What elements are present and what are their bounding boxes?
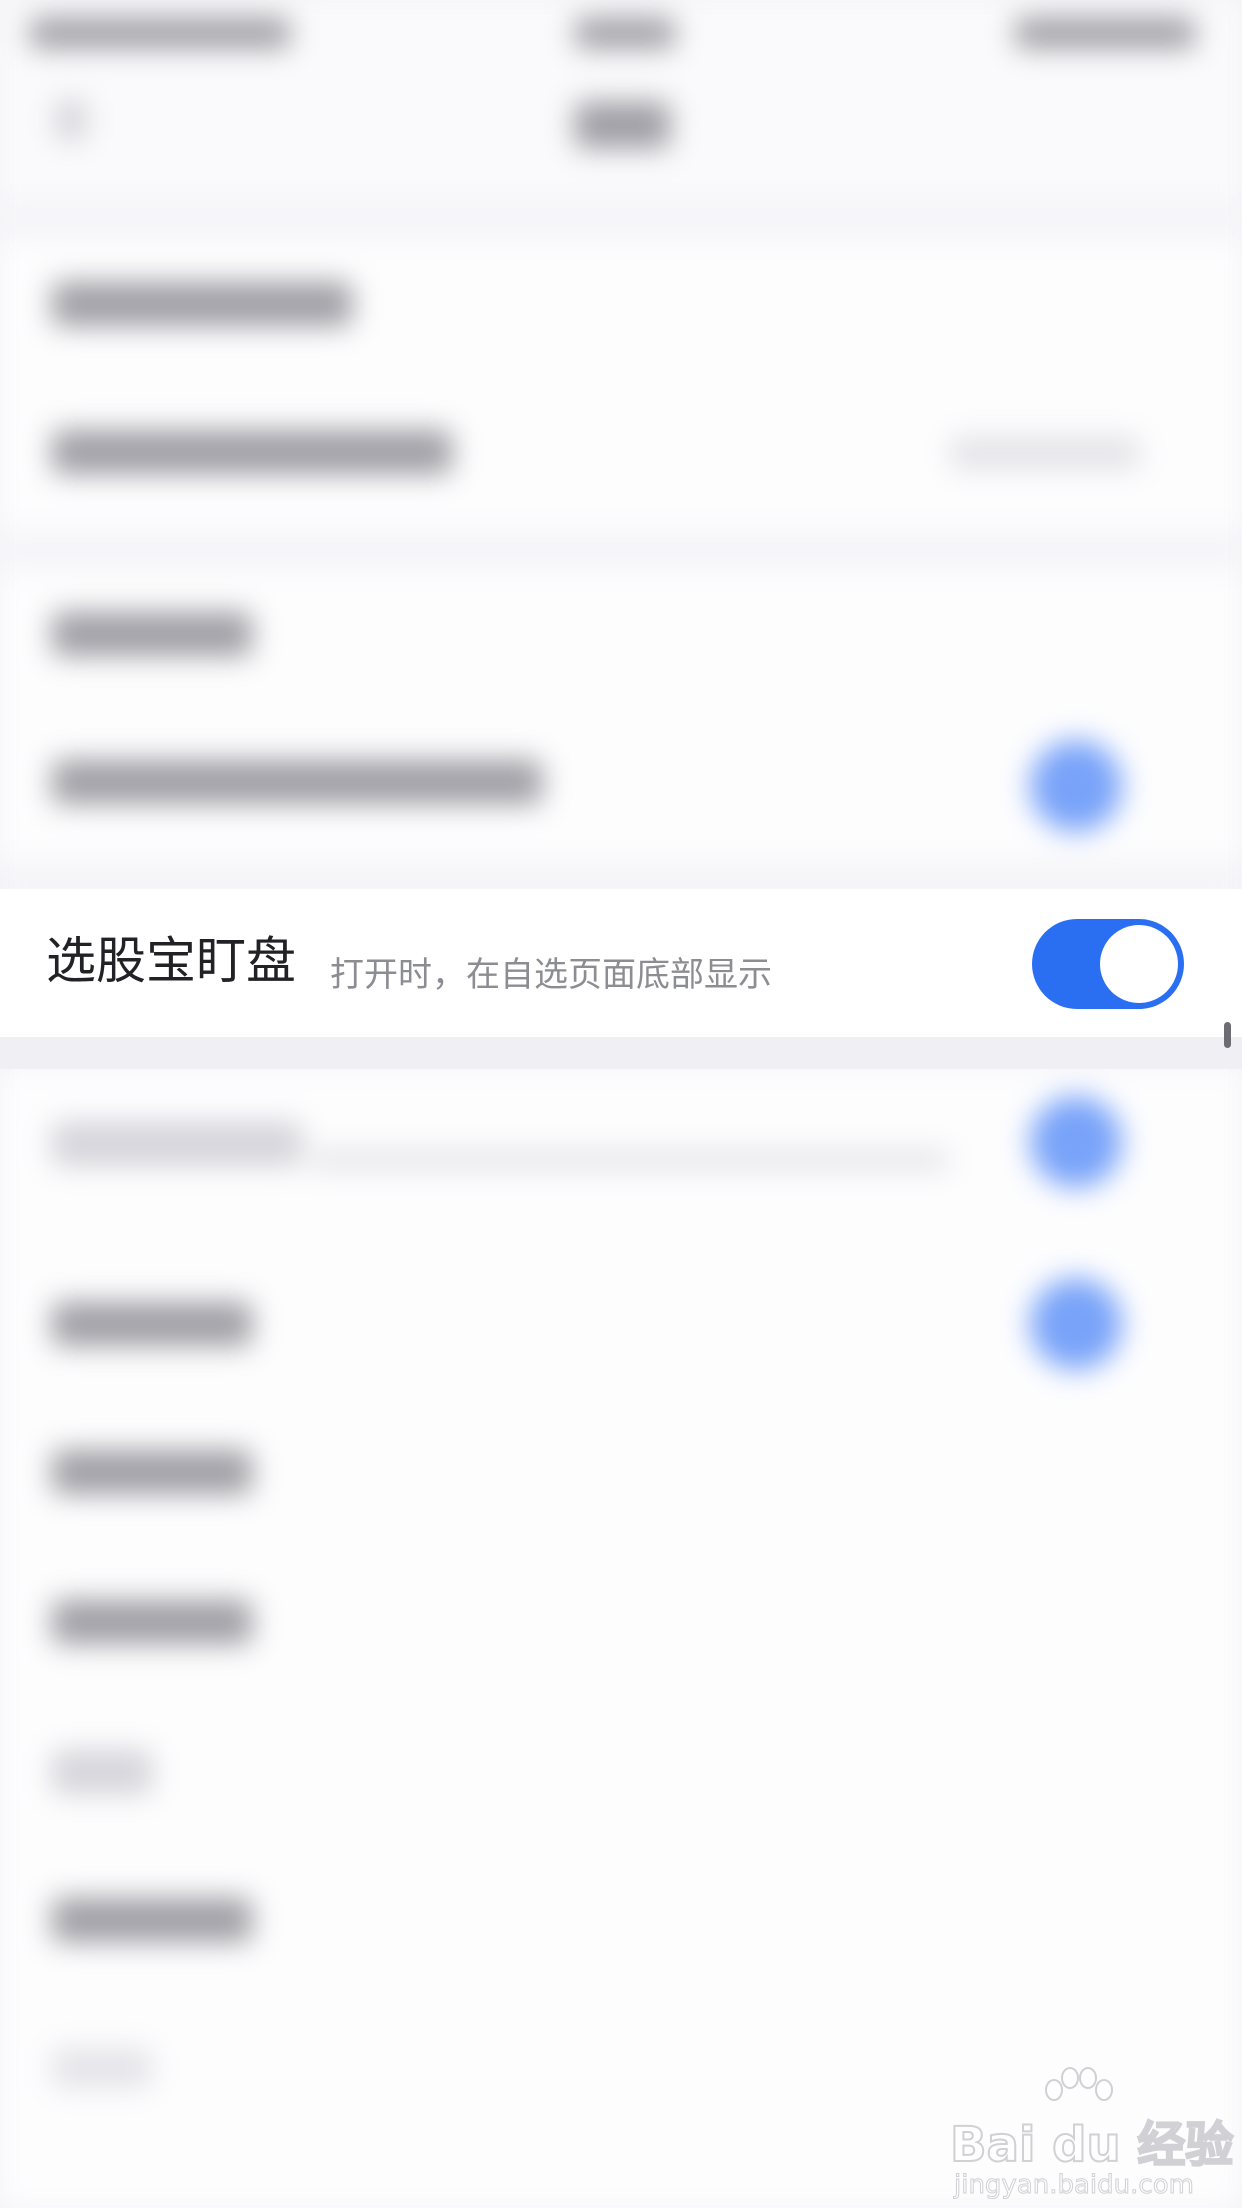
blurred-row-label <box>52 1450 252 1494</box>
scroll-indicator <box>1224 1022 1231 1048</box>
blurred-row-label <box>52 760 542 804</box>
blurred-row-label <box>52 282 352 326</box>
blurred-row-label <box>52 1122 302 1166</box>
blurred-row-label <box>52 1600 252 1644</box>
blurred-back-icon <box>56 100 86 140</box>
setting-row-description: 打开时，在自选页面底部显示 <box>330 955 772 995</box>
blurred-row-label <box>52 430 452 474</box>
blurred-settings-background <box>0 0 1242 2208</box>
blurred-toggle <box>1030 1278 1122 1370</box>
stock-monitor-toggle[interactable] <box>1032 919 1184 1009</box>
setting-row-title: 选股宝盯盘 <box>46 932 296 990</box>
blurred-row-desc <box>310 1150 950 1170</box>
blurred-row-label <box>52 2048 152 2088</box>
blurred-page-title <box>575 102 670 148</box>
setting-row-stock-monitor: 选股宝盯盘 打开时，在自选页面底部显示 <box>0 889 1242 1037</box>
blurred-row-label <box>52 1898 252 1942</box>
blurred-row-label <box>52 1750 152 1794</box>
blurred-status-right <box>1015 18 1195 48</box>
blurred-toggle <box>1030 1096 1122 1188</box>
blurred-toggle <box>1030 740 1122 832</box>
blurred-row-value <box>950 436 1140 470</box>
watermark-text: Bai du 经验 <box>949 2116 1234 2174</box>
blurred-status-center <box>575 18 675 48</box>
blurred-status-left <box>30 18 290 48</box>
blurred-row-label <box>52 1302 252 1346</box>
section-divider <box>0 1037 1242 1069</box>
blurred-row-label <box>52 612 252 656</box>
watermark-subtext: jingyan.baidu.com <box>954 2170 1195 2201</box>
toggle-knob <box>1100 925 1178 1003</box>
